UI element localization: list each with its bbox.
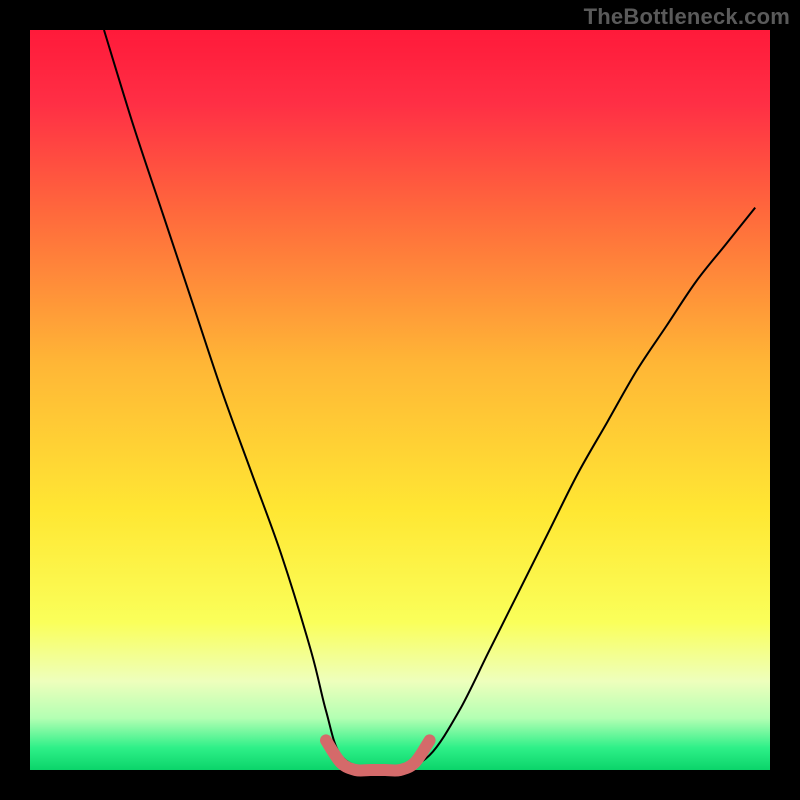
- watermark-text: TheBottleneck.com: [584, 4, 790, 30]
- bottleneck-chart: [0, 0, 800, 800]
- chart-frame: TheBottleneck.com: [0, 0, 800, 800]
- plot-background: [30, 30, 770, 770]
